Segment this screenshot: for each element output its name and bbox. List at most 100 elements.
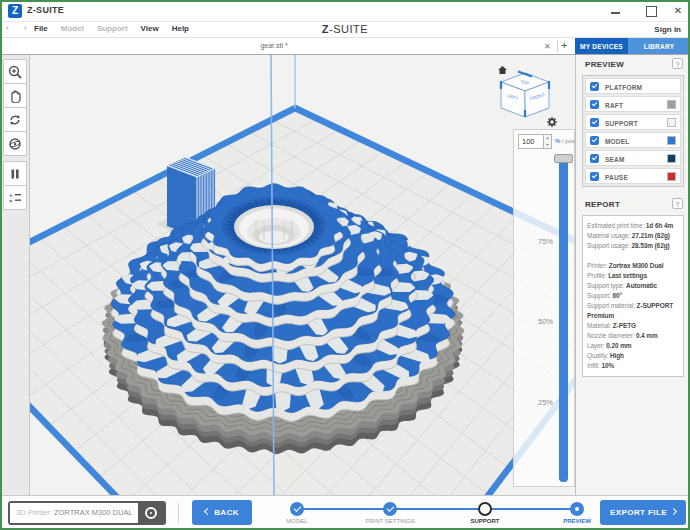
checkbox-checked-icon[interactable] <box>590 154 599 163</box>
scale-input[interactable]: 100 <box>518 134 544 149</box>
report-line: Support: 60° <box>587 291 679 301</box>
preview-item-label: RAFT <box>605 102 623 109</box>
report-section-header: REPORT ? <box>576 195 690 213</box>
report-line: Nozzle diameter: 0.4 mm <box>587 331 679 341</box>
rotate-icon <box>8 113 22 127</box>
step-node-model[interactable] <box>290 502 304 516</box>
preview-item-label: MODEL <box>605 138 629 145</box>
printer-selector[interactable]: 3D Printer: ZORTRAX M300 DUAL <box>8 501 166 525</box>
preview-title: PREVIEW <box>585 60 624 69</box>
step-label: PRINT SETTINGS <box>365 518 415 524</box>
report-line: Printer: Zortrax M300 Dual <box>587 261 679 271</box>
color-chip[interactable] <box>667 172 676 181</box>
step-label: SUPPORT <box>470 518 499 524</box>
back-button[interactable]: BACK <box>192 500 252 525</box>
preview-help-button[interactable]: ? <box>672 58 683 69</box>
report-line: Material usage: 27.21m (82g) <box>587 231 679 241</box>
bottom-divider <box>178 503 179 523</box>
rotate-tool-button[interactable] <box>3 107 27 132</box>
step-node-support[interactable] <box>478 502 492 516</box>
camera-icon <box>145 507 157 519</box>
step-label: PREVIEW <box>563 518 591 524</box>
scale-stepper[interactable]: ▲▼ <box>544 134 552 149</box>
preview-row-pause: PAUSE <box>585 168 681 184</box>
scale-panel: 100 ▲▼ % / pcs 75% 50% 25% <box>513 129 575 487</box>
slider-label-75: 75% <box>538 237 553 246</box>
color-chip[interactable] <box>667 154 676 163</box>
svg-text:×: × <box>9 198 13 204</box>
workflow-stepper: MODELPRINT SETTINGSSUPPORTPREVIEW <box>290 496 586 530</box>
report-line: Quality: High <box>587 351 679 361</box>
preview-row-support: SUPPORT <box>585 114 681 130</box>
step-node-print-settings[interactable] <box>383 502 397 516</box>
tab-strip: gear.stl * ✕ + MY DEVICES LIBRARY <box>0 38 690 55</box>
orbit-icon <box>8 137 22 151</box>
color-chip[interactable] <box>667 100 676 109</box>
preview-section-header: PREVIEW ? <box>576 55 690 73</box>
color-chip[interactable] <box>667 118 676 127</box>
tab-library[interactable]: LIBRARY <box>628 38 690 54</box>
printer-input[interactable]: 3D Printer: ZORTRAX M300 DUAL <box>10 503 138 523</box>
scale-unit-label: % / pcs <box>555 138 575 144</box>
menu-bar: ‹ › FileModelSupportViewHelp Z-SUITE Sig… <box>0 22 690 38</box>
step-node-preview[interactable] <box>570 502 584 516</box>
report-title: REPORT <box>585 200 620 209</box>
3d-viewport[interactable]: TOPLEFTFRONT 100 ▲▼ % / pcs 75% 50% 25% <box>30 55 575 495</box>
preview-item-label: SEAM <box>605 156 625 163</box>
pause-tool-button[interactable] <box>3 161 27 186</box>
window-title: Z-SUITE <box>27 5 64 15</box>
report-line: Support material: Z-SUPPORT Premium <box>587 301 679 321</box>
pan-tool-button[interactable] <box>3 83 27 108</box>
pan-icon <box>8 89 22 103</box>
close-button[interactable] <box>672 5 684 17</box>
report-line: Material: Z-PETG <box>587 321 679 331</box>
preview-item-label: PAUSE <box>605 174 628 181</box>
tab-my-devices[interactable]: MY DEVICES <box>575 38 628 54</box>
title-bar: Z Z-SUITE <box>0 0 690 22</box>
slider-label-25: 25% <box>538 398 553 407</box>
preview-list: PLATFORM RAFT SUPPORT MODEL SEAM PAUSE <box>582 75 684 187</box>
checkbox-checked-icon[interactable] <box>590 100 599 109</box>
chevron-right-icon <box>670 508 677 515</box>
new-tab-button[interactable]: + <box>561 39 567 51</box>
checkbox-checked-icon[interactable] <box>590 118 599 127</box>
spin-down-icon: ▼ <box>544 142 551 149</box>
center-app-title: Z-SUITE <box>0 23 690 35</box>
maximize-button[interactable] <box>645 5 657 17</box>
report-line: Profile: Last settings <box>587 271 679 281</box>
zsuite-window: Z Z-SUITE ‹ › FileModelSupportViewHelp Z… <box>0 0 690 530</box>
layer-slider-track[interactable] <box>559 160 568 482</box>
chevron-left-icon <box>204 508 211 515</box>
camera-button[interactable] <box>138 503 164 523</box>
pause-icon <box>8 167 22 181</box>
report-box: Estimated print time: 1d 6h 4mMaterial u… <box>582 215 684 377</box>
tab-divider <box>557 40 558 52</box>
view-cube[interactable]: TOPLEFTFRONT <box>497 63 559 129</box>
minimize-button[interactable] <box>610 5 622 17</box>
layer-slider-handle[interactable] <box>554 154 573 163</box>
preview-item-label: SUPPORT <box>605 120 638 127</box>
zoom-tool-button[interactable] <box>3 59 27 84</box>
report-line: Support usage: 28.53m (62g) <box>587 241 679 251</box>
orbit-tool-button[interactable] <box>3 131 27 156</box>
checkbox-checked-icon[interactable] <box>590 82 599 91</box>
sign-in-link[interactable]: Sign in <box>654 25 681 34</box>
tab-close-icon[interactable]: ✕ <box>544 42 551 51</box>
checkbox-checked-icon[interactable] <box>590 172 599 181</box>
file-tab[interactable]: gear.stl * <box>0 38 548 54</box>
report-help-button[interactable]: ? <box>672 198 683 209</box>
spin-up-icon: ▲ <box>544 135 551 142</box>
export-file-button[interactable]: EXPORT FILE <box>600 500 686 525</box>
checkbox-checked-icon[interactable] <box>590 136 599 145</box>
list-tool-button[interactable]: +× <box>3 185 27 210</box>
color-chip[interactable] <box>667 136 676 145</box>
stepper-line <box>297 508 577 510</box>
view-toolbar: +× <box>0 55 30 495</box>
preview-item-label: PLATFORM <box>605 84 642 91</box>
slider-label-50: 50% <box>538 317 553 326</box>
report-line: Estimated print time: 1d 6h 4m <box>587 221 679 231</box>
app-logo-icon: Z <box>8 4 22 18</box>
preview-row-raft: RAFT <box>585 96 681 112</box>
bottom-bar: 3D Printer: ZORTRAX M300 DUAL BACK MODEL… <box>0 495 690 530</box>
report-line: Support type: Automatic <box>587 281 679 291</box>
